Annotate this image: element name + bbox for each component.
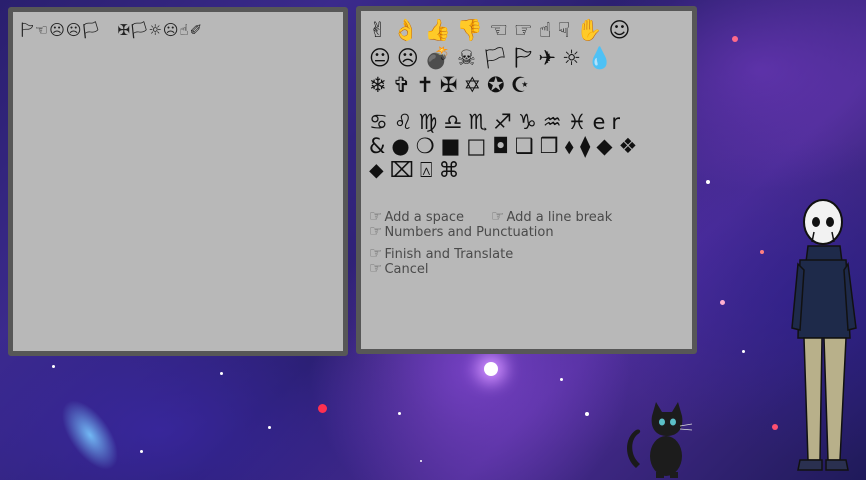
glyph-button[interactable]: ☹: [397, 45, 425, 71]
glyph-row: ♋♌♍♎♏♐♑♒♓er: [369, 109, 626, 135]
glyph-button[interactable]: ♏: [468, 109, 493, 135]
glyph-button[interactable]: ●: [391, 133, 415, 159]
glyph-button[interactable]: ❍: [416, 133, 441, 159]
glyph-button[interactable]: &: [369, 133, 391, 159]
character-sprite: [791, 199, 857, 471]
cancel-option[interactable]: ☞ Cancel: [369, 259, 429, 277]
glyph-button[interactable]: ◆: [596, 133, 618, 159]
glyph-button[interactable]: ♑: [518, 109, 543, 135]
glyph-button[interactable]: ☞: [514, 17, 539, 43]
glyph-button[interactable]: ❄: [369, 72, 393, 98]
glyph-button[interactable]: ♍: [419, 109, 444, 135]
glyph-button[interactable]: ✞: [393, 72, 417, 98]
pointing-hand-icon: ☞: [369, 222, 383, 240]
glyph-button[interactable]: 😐: [369, 45, 397, 71]
glyph-button[interactable]: ♒: [543, 109, 568, 135]
glyph-row: ⬥⌧⍓⌘: [369, 157, 466, 183]
glyph-button[interactable]: ✋: [576, 17, 608, 43]
glyph-button[interactable]: ✌: [369, 17, 393, 43]
glyph-button[interactable]: ⬥: [369, 157, 390, 183]
comet: [50, 390, 130, 480]
black-cat-sprite: [627, 402, 693, 478]
glyph-button[interactable]: er: [592, 109, 626, 135]
glyph-button[interactable]: 🏱: [514, 45, 538, 71]
glyph-row: &●❍■□◘❑❒⬧⧫◆❖: [369, 133, 643, 159]
text-output-panel: 🏱☜☹☹🏳 ✠🏳☼☹☝✐: [8, 7, 348, 356]
glyph-button[interactable]: ⌘: [439, 157, 466, 183]
glyph-button[interactable]: ❒: [540, 133, 565, 159]
glyph-button[interactable]: ◘: [492, 133, 515, 159]
glyph-button[interactable]: ■: [441, 133, 467, 159]
glyph-button[interactable]: ♎: [443, 109, 468, 135]
glyph-row: 😐☹💣☠🏳🏱✈☼💧: [369, 45, 619, 71]
glyph-button[interactable]: ⌧: [390, 157, 420, 183]
glyph-button[interactable]: ♌: [394, 109, 419, 135]
glyph-button[interactable]: □: [466, 133, 492, 159]
glyph-button[interactable]: 👌: [393, 17, 425, 43]
typed-text: 🏱☜☹☹🏳 ✠🏳☼☹☝✐: [21, 21, 204, 39]
cancel-label: Cancel: [384, 262, 429, 277]
glyph-button[interactable]: ☝: [539, 17, 558, 43]
pointing-hand-icon: ☞: [369, 259, 383, 277]
glyph-button[interactable]: ❑: [515, 133, 540, 159]
glyph-button[interactable]: ✠: [440, 72, 464, 98]
numbers-punctuation-label: Numbers and Punctuation: [384, 225, 554, 240]
glyph-row: ✌👌👍👎☜☞☝☟✋☺: [369, 17, 636, 43]
glyph-button[interactable]: ☠: [457, 45, 482, 71]
glyph-button[interactable]: 🏳: [482, 45, 515, 71]
glyph-row: ❄✞✝✠✡✪☪: [369, 72, 535, 98]
glyph-button[interactable]: ♐: [493, 109, 518, 135]
glyph-button[interactable]: ☺: [608, 17, 636, 43]
glyph-button[interactable]: ✪: [487, 72, 511, 98]
glyph-button[interactable]: ✡: [463, 72, 487, 98]
glyph-button[interactable]: ✝: [416, 72, 440, 98]
glyph-button[interactable]: 👍: [425, 17, 457, 43]
numbers-punctuation-option[interactable]: ☞ Numbers and Punctuation: [369, 222, 554, 240]
glyph-button[interactable]: ❖: [619, 133, 644, 159]
glyph-picker-panel: ✌👌👍👎☜☞☝☟✋☺ 😐☹💣☠🏳🏱✈☼💧 ❄✞✝✠✡✪☪ ♋♌♍♎♏♐♑♒♓er &●❍…: [356, 6, 697, 354]
glyph-button[interactable]: ☼: [562, 45, 587, 71]
glyph-button[interactable]: ✈: [538, 45, 562, 71]
glyph-button[interactable]: ♓: [568, 109, 593, 135]
glyph-button[interactable]: ☪: [511, 72, 536, 98]
glyph-button[interactable]: ⧫: [580, 133, 596, 159]
glyph-button[interactable]: ⬧: [565, 133, 580, 159]
glyph-button[interactable]: ⍓: [420, 157, 439, 183]
glyph-button[interactable]: ♋: [369, 109, 394, 135]
glyph-button[interactable]: ☟: [558, 17, 577, 43]
glyph-button[interactable]: 💣: [425, 45, 457, 71]
glyph-button[interactable]: ☜: [489, 17, 514, 43]
glyph-button[interactable]: 👎: [457, 17, 489, 43]
glyph-button[interactable]: 💧: [587, 45, 619, 71]
